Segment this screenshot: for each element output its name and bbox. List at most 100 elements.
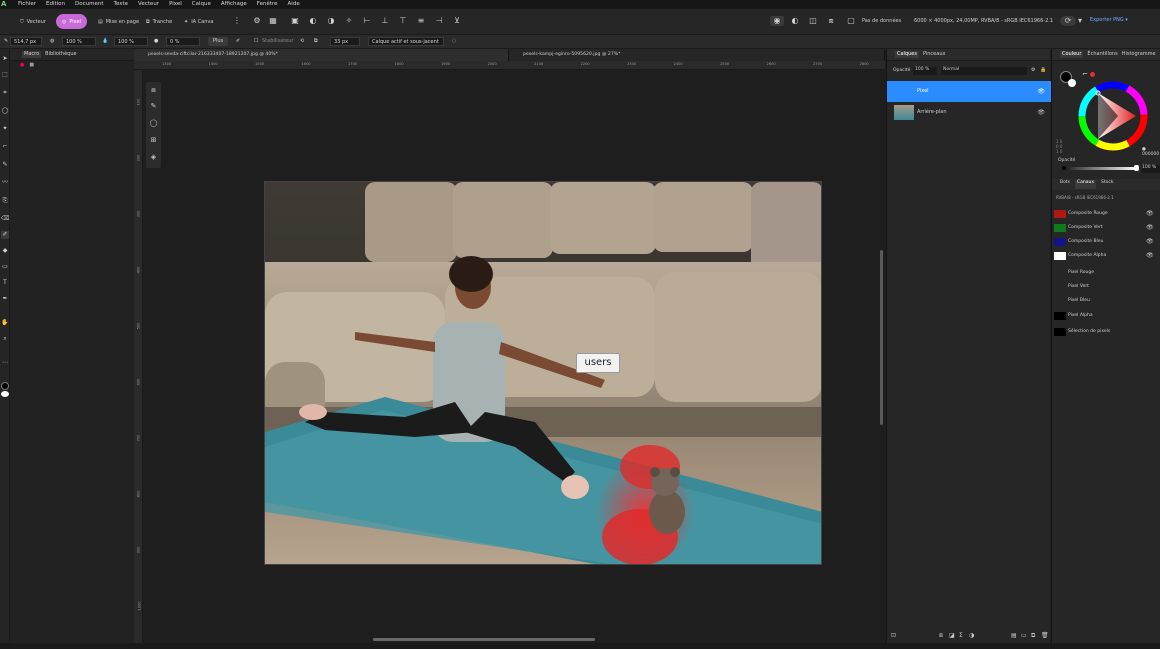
vertical-scroll-thumb[interactable] — [880, 250, 883, 425]
menu-item[interactable]: Calque — [192, 0, 211, 8]
more-icon[interactable]: ⋮ — [232, 16, 242, 26]
opacity-slider-thumb[interactable] — [1134, 165, 1139, 171]
blend-mode-dropdown[interactable]: Normal — [941, 67, 1027, 75]
align-left-icon[interactable]: ⊢ — [362, 16, 372, 26]
adjust-icon[interactable]: ◐ — [308, 16, 318, 26]
align-bottom-icon[interactable]: ⊻ — [452, 16, 462, 26]
align-right-icon[interactable]: ⊣ — [434, 16, 444, 26]
fill-float-icon[interactable]: ◈ — [149, 153, 158, 162]
smudge-icon[interactable]: 〰 — [1, 179, 9, 187]
crop-tool-icon[interactable]: ⌗ — [1, 89, 9, 97]
selection-tool-icon[interactable]: ⬚ — [1, 71, 9, 79]
tab-color[interactable]: Couleur — [1060, 51, 1084, 58]
adjustment-icon[interactable]: ◪ — [949, 632, 955, 639]
lock-icon[interactable]: 🔒 — [1040, 67, 1046, 73]
menu-item[interactable]: Aide — [288, 0, 300, 8]
brush-settings-icon[interactable]: ✐ — [236, 37, 240, 46]
text-tool-icon[interactable]: T — [1, 279, 9, 287]
share-icon[interactable]: ⟳ — [1060, 16, 1076, 26]
mask-icon[interactable]: ⧈ — [939, 632, 943, 640]
channel-row[interactable]: Composite Rouge 👁 — [1052, 207, 1160, 221]
align-middle-icon[interactable]: ≡ — [416, 16, 426, 26]
circle-float-icon[interactable]: ◯ — [149, 119, 158, 128]
doc-tab-1[interactable]: pexels-sevda-ciftcilar-216333407-1892120… — [134, 49, 509, 61]
circle-half-icon[interactable]: ◑ — [326, 16, 336, 26]
doc-icon[interactable]: ▢ — [846, 16, 856, 26]
width-field[interactable]: 514,7 px — [10, 37, 42, 46]
menu-item[interactable]: Vecteur — [138, 0, 159, 8]
hand-icon[interactable]: ✋ — [1, 319, 9, 327]
channel-visibility-icon[interactable]: 👁 — [1146, 207, 1154, 221]
layer-row-background[interactable]: Arrière-plan 👁 — [887, 102, 1051, 123]
hex-field[interactable]: ● 000000 — [1142, 147, 1160, 157]
align-center-icon[interactable]: ⊥ — [380, 16, 390, 26]
primary-color-swatch[interactable] — [1, 382, 9, 390]
persona-vector-button[interactable]: ⛉ Vecteur — [14, 14, 52, 29]
wet-edges-icon[interactable]: ⟲ — [300, 37, 304, 46]
layer-settings-icon[interactable]: ⚙ — [1031, 67, 1035, 73]
layer-opacity-field[interactable]: 100 % — [913, 67, 937, 75]
tab-stock[interactable]: Stock — [1101, 180, 1113, 189]
pen-icon[interactable]: ✒ — [1, 295, 9, 303]
duplicate-icon[interactable]: ⧉ — [1031, 632, 1035, 640]
persona-slice-button[interactable]: ⧉ Tranche — [140, 14, 178, 29]
channel-row[interactable]: Pixel Bleu — [1052, 294, 1160, 308]
channel-row[interactable]: Composite Bleu 👁 — [1052, 235, 1160, 249]
context-tool-icon[interactable]: ⧈ — [149, 86, 158, 95]
sample-icon[interactable]: ⧉ — [314, 37, 318, 46]
stroke-color-swatch[interactable] — [1068, 79, 1076, 87]
magic-wand-icon[interactable]: ✦ — [1, 125, 9, 133]
color-opacity-field[interactable]: 100 % — [1142, 165, 1160, 173]
horizontal-scroll-thumb[interactable] — [373, 638, 595, 641]
persona-ai-button[interactable]: ✦ IA Canva — [178, 14, 219, 29]
fx-icon[interactable]: Σ — [959, 632, 963, 639]
layer-row-pixel[interactable]: Pixel 👁 — [887, 81, 1051, 102]
menu-item[interactable]: Document — [75, 0, 104, 8]
menu-item[interactable]: Affichage — [221, 0, 247, 8]
menu-item[interactable]: Fichier — [18, 0, 36, 8]
magic-icon[interactable]: ✧ — [344, 16, 354, 26]
channel-visibility-icon[interactable]: 👁 — [1146, 249, 1154, 263]
more-tools-icon[interactable]: ⋯ — [1, 359, 9, 367]
tab-bots[interactable]: Bots — [1060, 180, 1070, 189]
paint-brush-icon[interactable]: ✎ — [1, 161, 9, 169]
view-icon[interactable]: ◉ — [770, 16, 784, 26]
channel-row[interactable]: Sélection de pixels — [1052, 325, 1160, 339]
clone-icon[interactable]: ⎘ — [1, 197, 9, 205]
opacity-field[interactable]: 100 % — [62, 37, 96, 46]
inpaint-tool-icon[interactable]: ✐ — [1, 231, 9, 239]
fill-icon[interactable]: ◆ — [1, 247, 9, 255]
menu-item[interactable]: Pixel — [169, 0, 182, 8]
channel-row[interactable]: Composite Vert 👁 — [1052, 221, 1160, 235]
size-field[interactable]: 33 px — [330, 37, 360, 46]
doc-tab-2[interactable]: pexels-kampj-eginro-5095620.jpg @ 27%* — [509, 49, 885, 61]
color-wheel[interactable] — [1078, 81, 1148, 151]
channel-visibility-icon[interactable]: 👁 — [1146, 221, 1154, 235]
export-png-button[interactable]: Exporter PNG ▾ — [1090, 17, 1128, 23]
tab-macro[interactable]: Macro — [22, 51, 42, 58]
visibility-eye-icon[interactable]: 👁 — [1037, 102, 1045, 123]
contrast-icon[interactable]: ◐ — [790, 16, 800, 26]
tab-channels[interactable]: Canaux — [1074, 180, 1096, 189]
split-icon[interactable]: ◫ — [808, 16, 818, 26]
opacity-slider[interactable] — [1070, 167, 1138, 170]
channel-row[interactable]: Pixel Alpha — [1052, 309, 1160, 323]
channel-row[interactable]: Pixel Vert — [1052, 280, 1160, 294]
brush-float-icon[interactable]: ✎ — [149, 102, 158, 111]
tab-brushes[interactable]: Pinceaux — [923, 51, 945, 58]
channel-visibility-icon[interactable]: 👁 — [1146, 235, 1154, 249]
menu-item[interactable]: Edition — [46, 0, 65, 8]
tab-swatches[interactable]: Échantillons — [1087, 51, 1117, 58]
visibility-eye-icon[interactable]: 👁 — [1037, 81, 1045, 102]
folder-icon[interactable]: ▭ — [1021, 632, 1027, 639]
persona-layout-button[interactable]: ▤ Mise en page — [92, 14, 145, 29]
menu-item[interactable]: Fenêtre — [257, 0, 278, 8]
tab-layers[interactable]: Calques — [895, 51, 919, 58]
group-icon[interactable]: ▤ — [1011, 632, 1017, 639]
tab-library[interactable]: Bibliothèque — [45, 51, 76, 58]
menu-item[interactable]: Texte — [114, 0, 129, 8]
source-dropdown[interactable]: Calque actif et sous-jacent — [368, 37, 444, 46]
stop-icon[interactable]: ■ — [29, 62, 34, 70]
vertical-scrollbar[interactable] — [879, 70, 885, 643]
erase-icon[interactable]: ⌫ — [1, 215, 9, 223]
